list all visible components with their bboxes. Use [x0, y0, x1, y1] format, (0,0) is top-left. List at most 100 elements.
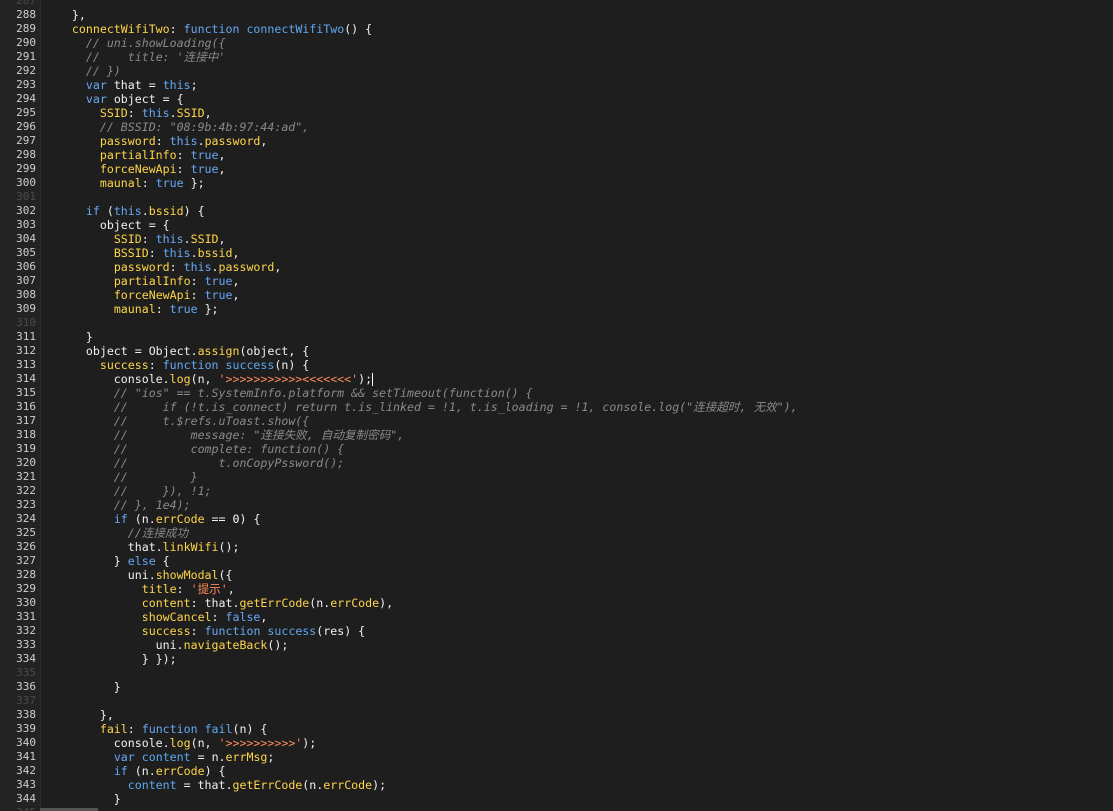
code-token: errCode [330, 596, 380, 610]
code-token: // t.onCopyPssword(); [113, 456, 345, 470]
code-line[interactable]: 293 var that = this; [0, 78, 1113, 92]
code-token: content [141, 596, 191, 610]
code-line[interactable]: 292 // }) [0, 64, 1113, 78]
code-line[interactable]: 295 SSID: this.SSID, [0, 106, 1113, 120]
code-line[interactable]: 306 password: this.password, [0, 260, 1113, 274]
code-token: . [169, 106, 177, 120]
code-token: maunal [113, 302, 156, 316]
line-number: 308 [16, 288, 36, 301]
line-text: }, [44, 708, 114, 722]
code-line[interactable]: 322 // }), !1; [0, 484, 1113, 498]
code-line[interactable]: 320 // t.onCopyPssword(); [0, 456, 1113, 470]
code-line[interactable]: 337 [0, 694, 1113, 708]
code-line[interactable]: 338 }, [0, 708, 1113, 722]
code-line[interactable]: 298 partialInfo: true, [0, 148, 1113, 162]
code-line[interactable]: 305 BSSID: this.bssid, [0, 246, 1113, 260]
code-line[interactable]: 333 uni.navigateBack(); [0, 638, 1113, 652]
code-line[interactable]: 299 forceNewApi: true, [0, 162, 1113, 176]
code-line[interactable]: 290 // uni.showLoading({ [0, 36, 1113, 50]
code-line[interactable]: 296 // BSSID: "08:9b:4b:97:44:ad", [0, 120, 1113, 134]
code-line[interactable]: 323 // }, 1e4); [0, 498, 1113, 512]
code-token: . [190, 246, 198, 260]
line-text: //连接成功 [44, 526, 188, 540]
code-line[interactable]: 328 uni.showModal({ [0, 568, 1113, 582]
code-line[interactable]: 330 content: that.getErrCode(n.errCode), [0, 596, 1113, 610]
code-line[interactable]: 288 }, [0, 8, 1113, 22]
code-line[interactable]: 336 } [0, 680, 1113, 694]
code-line[interactable]: 344 } [0, 792, 1113, 806]
code-token: password [218, 260, 275, 274]
code-token: fail [204, 722, 233, 736]
code-line[interactable]: 303 object = { [0, 218, 1113, 232]
code-line[interactable]: 317 // t.$refs.uToast.show({ [0, 414, 1113, 428]
code-line[interactable]: 304 SSID: this.SSID, [0, 232, 1113, 246]
line-text: forceNewApi: true, [44, 288, 240, 302]
code-token: (n. [309, 596, 331, 610]
code-token: // }) [85, 64, 121, 78]
code-token: log [169, 736, 191, 750]
code-line[interactable]: 314 console.log(n, '>>>>>>>>>>><<<<<<<')… [0, 372, 1113, 386]
code-line[interactable]: 287 [0, 0, 1113, 8]
code-token: getErrCode [232, 778, 303, 792]
line-text: // message: "连接失败, 自动复制密码", [44, 428, 404, 442]
code-line[interactable]: 329 title: '提示', [0, 582, 1113, 596]
code-line[interactable]: 335 [0, 666, 1113, 680]
code-token: (n. [302, 778, 324, 792]
code-token: () { [344, 22, 373, 36]
line-text: // } [44, 470, 198, 484]
code-line[interactable]: 321 // } [0, 470, 1113, 484]
code-line[interactable]: 297 password: this.password, [0, 134, 1113, 148]
code-line[interactable]: 331 showCancel: false, [0, 610, 1113, 624]
code-token: }; [197, 302, 219, 316]
code-line[interactable]: 302 if (this.bssid) { [0, 204, 1113, 218]
code-line[interactable]: 332 success: function success(res) { [0, 624, 1113, 638]
code-line[interactable]: 307 partialInfo: true, [0, 274, 1113, 288]
code-area[interactable]: 287 288 }, 289 connectWifiTwo: function co… [0, 0, 1113, 811]
code-line[interactable]: 334 } }); [0, 652, 1113, 666]
code-token: var [113, 750, 135, 764]
code-line[interactable]: 340 console.log(n, '>>>>>>>>>>'); [0, 736, 1113, 750]
code-line[interactable]: 316 // if (!t.is_connect) return t.is_li… [0, 400, 1113, 414]
code-token: ); [372, 778, 387, 792]
code-line[interactable]: 301 [0, 190, 1113, 204]
code-editor[interactable]: 287 288 }, 289 connectWifiTwo: function co… [0, 0, 1113, 811]
code-line[interactable]: 325 //连接成功 [0, 526, 1113, 540]
code-line[interactable]: 339 fail: function fail(n) { [0, 722, 1113, 736]
code-line[interactable]: 312 object = Object.assign(object, { [0, 344, 1113, 358]
code-line[interactable]: 319 // complete: function() { [0, 442, 1113, 456]
code-line[interactable]: 310 [0, 316, 1113, 330]
code-line[interactable]: 327 } else { [0, 554, 1113, 568]
code-token: : [169, 260, 184, 274]
code-line[interactable]: 311 } [0, 330, 1113, 344]
code-token: function [183, 22, 240, 36]
code-line[interactable]: 326 that.linkWifi(); [0, 540, 1113, 554]
code-line[interactable]: 318 // message: "连接失败, 自动复制密码", [0, 428, 1113, 442]
code-line[interactable]: 309 maunal: true }; [0, 302, 1113, 316]
code-token: object = { [44, 218, 170, 232]
code-line[interactable]: 343 content = that.getErrCode(n.errCode)… [0, 778, 1113, 792]
code-line[interactable]: 291 // title: '连接中' [0, 50, 1113, 64]
code-token: } [44, 792, 121, 806]
code-token: , [274, 260, 282, 274]
line-number: 299 [16, 162, 36, 175]
code-line[interactable]: 289 connectWifiTwo: function connectWifi… [0, 22, 1113, 36]
code-line[interactable]: 313 success: function success(n) { [0, 358, 1113, 372]
code-line[interactable]: 324 if (n.errCode == 0) { [0, 512, 1113, 526]
code-line[interactable]: 300 maunal: true }; [0, 176, 1113, 190]
code-line[interactable]: 308 forceNewApi: true, [0, 288, 1113, 302]
code-line[interactable]: 345 [0, 806, 1113, 811]
code-line[interactable]: 294 var object = { [0, 92, 1113, 106]
code-line[interactable]: 342 if (n.errCode) { [0, 764, 1113, 778]
code-token: this [155, 232, 184, 246]
code-line[interactable]: 315 // "ios" == t.SystemInfo.platform &&… [0, 386, 1113, 400]
line-number: 287 [16, 0, 36, 7]
code-token: //连接成功 [127, 526, 189, 540]
code-line[interactable]: 341 var content = n.errMsg; [0, 750, 1113, 764]
code-token: ; [267, 750, 275, 764]
code-token: // } [113, 470, 198, 484]
